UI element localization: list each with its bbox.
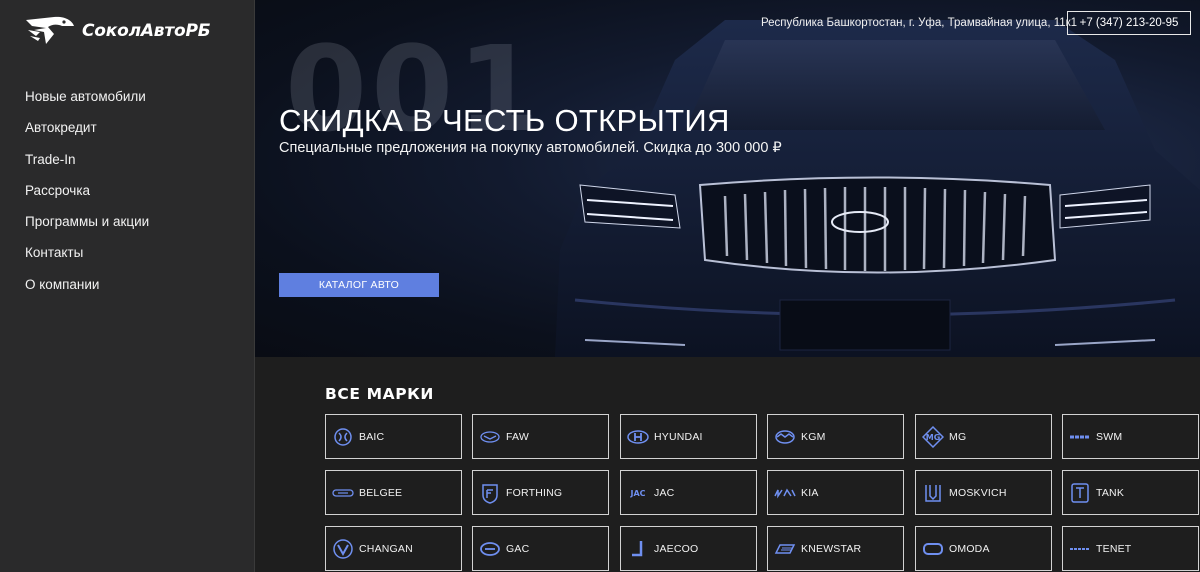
swm-logo-icon xyxy=(1069,426,1091,448)
brand-name: MG xyxy=(949,430,967,443)
faw-logo-icon xyxy=(479,426,501,448)
brand-name: GAC xyxy=(506,542,530,555)
brand-name: KNEWSTAR xyxy=(801,542,862,555)
brand-name: BAIC xyxy=(359,430,385,443)
brand-belgee[interactable]: BELGEE xyxy=(325,470,462,515)
hero-title: СКИДКА В ЧЕСТЬ ОТКРЫТИЯ xyxy=(279,103,730,138)
mg-logo-icon: MG xyxy=(922,425,944,448)
nav-item-promotions[interactable]: Программы и акции xyxy=(25,213,149,244)
brand-changan[interactable]: CHANGAN xyxy=(325,526,462,571)
main-nav: Новые автомобили Автокредит Trade-In Рас… xyxy=(25,88,149,307)
brand-name: BELGEE xyxy=(359,486,403,499)
brand-name: MOSKVICH xyxy=(949,486,1007,499)
brand-name: JAC xyxy=(654,486,675,499)
hero-subtitle: Специальные предложения на покупку автом… xyxy=(279,140,782,156)
nav-item-trade-in[interactable]: Trade-In xyxy=(25,151,149,182)
hyundai-logo-icon xyxy=(627,426,649,448)
brand-mg[interactable]: MG MG xyxy=(915,414,1052,459)
forthing-logo-icon xyxy=(479,482,501,504)
nav-item-installment[interactable]: Рассрочка xyxy=(25,182,149,213)
brand-name: FAW xyxy=(506,430,529,443)
brand-jaecoo[interactable]: JAECOO xyxy=(620,526,757,571)
brand-kia[interactable]: KIA xyxy=(767,470,904,515)
logo-text: СоколАвтоРБ xyxy=(82,21,211,41)
brand-name: SWM xyxy=(1096,430,1123,443)
nav-item-car-loan[interactable]: Автокредит xyxy=(25,119,149,150)
nav-item-contacts[interactable]: Контакты xyxy=(25,244,149,275)
brand-name: HYUNDAI xyxy=(654,430,703,443)
nav-item-about[interactable]: О компании xyxy=(25,276,149,307)
jac-logo-icon: JAC xyxy=(627,482,649,504)
kia-logo-icon xyxy=(774,482,796,504)
hero-banner: 001 Республика Башкортостан, г. Уфа, Тра… xyxy=(255,0,1200,357)
sidebar: СоколАвтоРБ Новые автомобили Автокредит … xyxy=(0,0,255,572)
brand-name: TANK xyxy=(1096,486,1125,499)
jaecoo-logo-icon xyxy=(627,538,649,560)
svg-text:JAC: JAC xyxy=(629,489,645,498)
brand-forthing[interactable]: FORTHING xyxy=(472,470,609,515)
brand-name: KIA xyxy=(801,486,819,499)
site-logo[interactable]: СоколАвтоРБ xyxy=(24,14,211,48)
brand-omoda[interactable]: OMODA xyxy=(915,526,1052,571)
brands-title: ВСЕ МАРКИ xyxy=(325,385,434,403)
brand-knewstar[interactable]: KNEWSTAR xyxy=(767,526,904,571)
brand-tenet[interactable]: TENET xyxy=(1062,526,1199,571)
knewstar-logo-icon xyxy=(774,538,796,560)
baic-logo-icon xyxy=(332,426,354,448)
tenet-logo-icon xyxy=(1069,538,1091,560)
brand-tank[interactable]: TANK xyxy=(1062,470,1199,515)
moskvich-logo-icon xyxy=(922,482,944,504)
svg-text:MG: MG xyxy=(926,433,941,442)
phone-button[interactable]: +7 (347) 213-20-95 xyxy=(1067,11,1191,35)
brand-faw[interactable]: FAW xyxy=(472,414,609,459)
omoda-logo-icon xyxy=(922,538,944,560)
changan-logo-icon xyxy=(332,538,354,560)
brand-baic[interactable]: BAIC xyxy=(325,414,462,459)
brand-name: FORTHING xyxy=(506,486,563,499)
brand-name: KGM xyxy=(801,430,826,443)
belgee-logo-icon xyxy=(332,482,354,504)
kgm-logo-icon xyxy=(774,426,796,448)
brand-hyundai[interactable]: HYUNDAI xyxy=(620,414,757,459)
nav-item-new-cars[interactable]: Новые автомобили xyxy=(25,88,149,119)
brand-name: CHANGAN xyxy=(359,542,413,555)
gac-logo-icon xyxy=(479,538,501,560)
brand-name: JAECOO xyxy=(654,542,699,555)
catalog-button[interactable]: КАТАЛОГ АВТО xyxy=(279,273,439,297)
brand-kgm[interactable]: KGM xyxy=(767,414,904,459)
brand-jac[interactable]: JAC JAC xyxy=(620,470,757,515)
tank-logo-icon xyxy=(1069,482,1091,504)
brand-name: TENET xyxy=(1096,542,1132,555)
brand-moskvich[interactable]: MOSKVICH xyxy=(915,470,1052,515)
header-address: Республика Башкортостан, г. Уфа, Трамвай… xyxy=(761,17,1078,29)
brand-name: OMODA xyxy=(949,542,990,555)
falcon-icon xyxy=(26,16,74,44)
brand-swm[interactable]: SWM xyxy=(1062,414,1199,459)
brand-gac[interactable]: GAC xyxy=(472,526,609,571)
